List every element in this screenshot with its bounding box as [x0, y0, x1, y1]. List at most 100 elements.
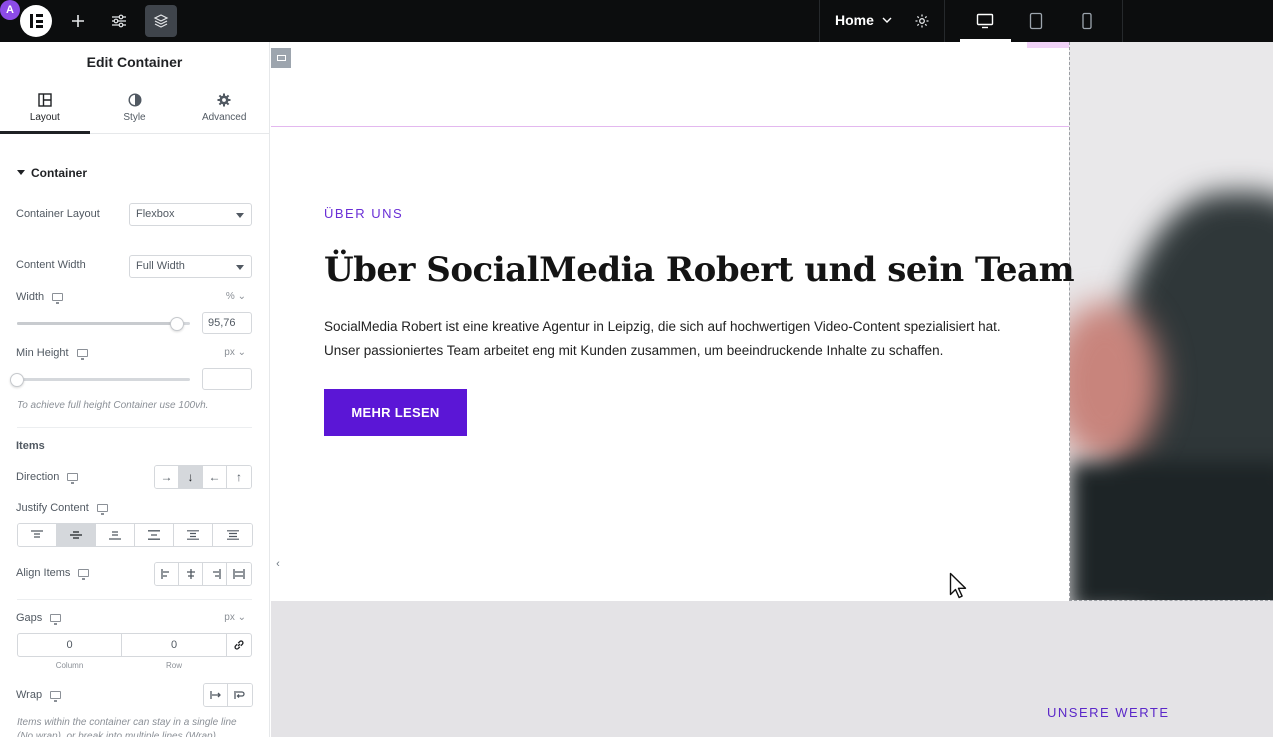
width-unit-select[interactable]: % ⌄: [226, 291, 246, 302]
tab-advanced[interactable]: Advanced: [179, 82, 269, 133]
panel-tabs: Layout Style Advanced: [0, 82, 269, 134]
align-stretch-icon[interactable]: [227, 563, 251, 585]
min-height-slider-handle[interactable]: [10, 373, 24, 387]
gaps-unit: px: [224, 612, 235, 623]
width-label: Width: [16, 291, 45, 303]
tab-layout[interactable]: Layout: [0, 82, 90, 134]
structure-layers-icon[interactable]: [145, 5, 177, 37]
justify-end-icon[interactable]: [96, 524, 135, 546]
justify-center-icon[interactable]: [57, 524, 96, 546]
container-layout-select[interactable]: Flexbox: [129, 203, 252, 226]
collapse-panel-icon[interactable]: ‹: [271, 547, 285, 581]
gap-column-caption: Column: [55, 661, 84, 670]
topbar-divider: [819, 0, 820, 42]
direction-column-reverse-button[interactable]: ↑: [227, 466, 251, 488]
min-height-slider-track[interactable]: [17, 378, 190, 381]
tablet-device-icon[interactable]: [1020, 5, 1052, 37]
align-center-icon[interactable]: [179, 563, 203, 585]
gear-icon: [217, 93, 231, 106]
direction-label-row: Direction: [16, 471, 79, 484]
divider: [17, 599, 252, 600]
justify-content-button-group: [17, 523, 253, 547]
align-start-icon[interactable]: [155, 563, 179, 585]
page-selector[interactable]: Home: [835, 12, 892, 28]
wrap-label-row: Wrap: [16, 689, 62, 702]
container-layout-label: Container Layout: [16, 208, 100, 220]
direction-row-reverse-button[interactable]: ←: [203, 466, 227, 488]
nowrap-icon[interactable]: [204, 684, 228, 706]
section-body-text[interactable]: SocialMedia Robert ist eine kreative Age…: [324, 315, 1044, 363]
team-photo[interactable]: [1069, 42, 1273, 601]
justify-space-around-icon[interactable]: [174, 524, 213, 546]
tab-layout-label: Layout: [29, 111, 60, 123]
align-items-label-row: Align Items: [16, 567, 90, 580]
caret-down-icon: [17, 170, 25, 175]
content-width-select[interactable]: Full Width: [129, 255, 252, 278]
mehr-lesen-button[interactable]: MEHR LESEN: [324, 389, 467, 436]
page-selector-label: Home: [835, 12, 874, 28]
align-end-icon[interactable]: [203, 563, 227, 585]
width-input[interactable]: 95,76: [202, 312, 252, 334]
ai-assistant-icon[interactable]: A: [0, 0, 20, 20]
justify-content-label: Justify Content: [16, 502, 89, 514]
direction-row-button[interactable]: →: [155, 466, 179, 488]
tab-advanced-label: Advanced: [201, 111, 247, 123]
wrap-icon[interactable]: [228, 684, 252, 706]
desktop-responsive-icon[interactable]: [76, 349, 88, 360]
gaps-label: Gaps: [16, 612, 43, 624]
wrap-hint: Items within the container can stay in a…: [17, 717, 237, 737]
align-items-label: Align Items: [16, 567, 71, 579]
desktop-responsive-icon[interactable]: [78, 569, 90, 580]
chevron-down-icon: [882, 17, 892, 23]
tab-style[interactable]: Style: [90, 82, 180, 133]
section-headline[interactable]: Über SocialMedia Robert und sein Team: [324, 250, 1075, 290]
min-height-unit: px: [224, 347, 235, 358]
direction-column-button[interactable]: ↓: [179, 466, 203, 488]
preview-canvas: ÜBER UNS Über SocialMedia Robert und sei…: [271, 42, 1273, 737]
min-height-hint: To achieve full height Container use 100…: [17, 400, 209, 411]
justify-start-icon[interactable]: [18, 524, 57, 546]
content-width-label: Content Width: [16, 259, 86, 271]
page-settings-gear-icon[interactable]: [906, 5, 938, 37]
top-container[interactable]: [271, 42, 1069, 127]
width-slider-handle[interactable]: [169, 317, 184, 331]
gap-column-input[interactable]: 0: [17, 633, 122, 657]
min-height-label: Min Height: [16, 347, 69, 359]
min-height-unit-select[interactable]: px ⌄: [224, 347, 246, 358]
width-slider-fill: [17, 322, 177, 325]
body-line-2: Unser passioniertes Team arbeitet eng mi…: [324, 343, 944, 358]
add-element-icon[interactable]: [62, 5, 94, 37]
section-eyebrow[interactable]: ÜBER UNS: [324, 206, 403, 221]
mouse-cursor-icon: [949, 572, 967, 599]
min-height-label-row: Min Height: [16, 347, 88, 360]
gap-row-input[interactable]: 0: [121, 633, 227, 657]
section-container-toggle[interactable]: Container: [17, 166, 87, 180]
justify-content-label-row: Justify Content: [16, 502, 108, 515]
gaps-unit-select[interactable]: px ⌄: [224, 612, 246, 623]
width-label-row: Width: [16, 291, 64, 304]
elementor-logo-icon[interactable]: [20, 5, 52, 37]
contrast-icon: [127, 92, 142, 107]
values-eyebrow[interactable]: UNSERE WERTE: [1047, 705, 1170, 720]
desktop-responsive-icon[interactable]: [50, 691, 62, 702]
min-height-input[interactable]: [202, 368, 252, 390]
link-values-icon[interactable]: [226, 633, 252, 657]
desktop-responsive-icon[interactable]: [50, 614, 62, 625]
desktop-responsive-icon[interactable]: [96, 504, 108, 515]
justify-space-evenly-icon[interactable]: [213, 524, 252, 546]
direction-label: Direction: [16, 471, 60, 483]
desktop-device-icon[interactable]: [969, 5, 1001, 37]
align-items-button-group: [154, 562, 252, 586]
edit-panel: Edit Container Layout Style Advanced Con…: [0, 42, 270, 737]
justify-space-between-icon[interactable]: [135, 524, 174, 546]
desktop-responsive-icon[interactable]: [52, 293, 64, 304]
topbar-divider: [944, 0, 945, 42]
site-settings-icon[interactable]: [103, 5, 135, 37]
items-heading: Items: [16, 440, 45, 452]
mobile-device-icon[interactable]: [1071, 5, 1103, 37]
body-line-1: SocialMedia Robert ist eine kreative Age…: [324, 319, 1001, 334]
container-handle-icon[interactable]: [271, 48, 291, 68]
section-container-label: Container: [31, 166, 88, 180]
wrap-button-group: [203, 683, 253, 707]
desktop-responsive-icon[interactable]: [67, 473, 79, 484]
